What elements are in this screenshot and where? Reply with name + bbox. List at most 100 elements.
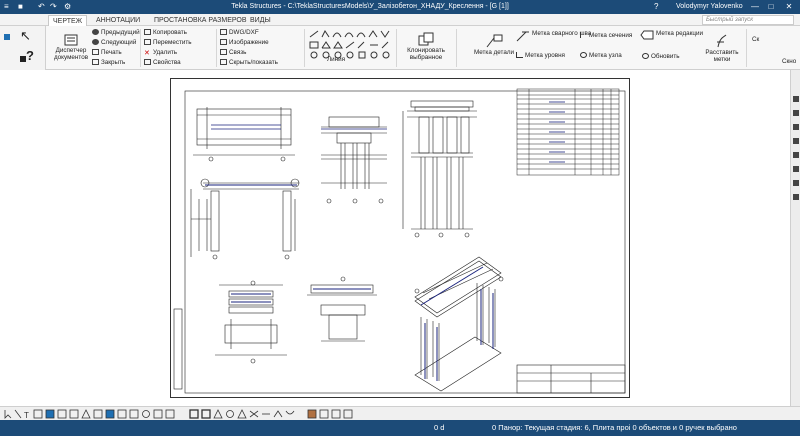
bottom-toolbar: T (0, 406, 800, 420)
undo-icon[interactable]: ↶ (38, 1, 45, 13)
move-button[interactable]: Переместить (144, 39, 192, 47)
right-toolbar (790, 70, 800, 406)
ribbon-separator (304, 29, 305, 67)
tab-drawing[interactable]: ЧЕРТЕЖ (48, 15, 88, 26)
settings-icon[interactable]: ⚙ (64, 1, 71, 13)
print-button[interactable]: Печать (92, 49, 122, 57)
app-menu-icon[interactable]: ≡ (4, 1, 9, 13)
right-tool-icon[interactable] (793, 138, 799, 144)
select-cursor-icon[interactable]: ↖ (20, 28, 31, 44)
part-mark-label: Метка детали (473, 49, 515, 56)
properties-button[interactable]: Свойства (144, 59, 181, 67)
hide-show-label: Скрыть/показать (229, 59, 278, 66)
image-icon (220, 39, 227, 45)
line-tools-gallery[interactable] (308, 29, 392, 59)
detail-mark-button[interactable]: Метка узла (580, 52, 622, 60)
section-mark-label: Метка сечения (589, 32, 633, 39)
hide-show-icon (220, 59, 227, 65)
part-mark-button[interactable]: Метка детали (470, 34, 518, 56)
svg-text:T: T (24, 411, 29, 420)
update-button[interactable]: Обновить (642, 53, 680, 61)
print-label: Печать (101, 49, 122, 56)
next-button[interactable]: Следующий (92, 39, 136, 47)
drawing-sheet[interactable] (170, 78, 630, 398)
title-bar: ≡ ■ ↶ ↷ ⚙ Tekla Structures - C:\TeklaStr… (0, 0, 800, 14)
link-label: Связь (229, 49, 247, 56)
part-mark-icon (486, 34, 503, 48)
arrange-marks-icon (717, 34, 727, 48)
status-bar: 0 d 0 Панор: Текущая стадия: 6, Плита пр… (0, 420, 800, 436)
ribbon-tabs: ЧЕРТЕЖ АННОТАЦИИ ПРОСТАНОВКА РАЗМЕРОВ ВИ… (0, 14, 800, 26)
arrange-marks-button[interactable]: Расставить метки (702, 34, 742, 63)
document-manager-icon (64, 34, 78, 46)
snap-tools[interactable]: T (0, 407, 360, 421)
arrange-marks-label: Расставить метки (705, 49, 739, 63)
close-drawing-button[interactable]: Закрыть (92, 59, 125, 67)
help-question-icon[interactable]: ? (26, 48, 34, 63)
line-label: Линия (326, 56, 346, 63)
weld-mark-button[interactable] (516, 30, 530, 42)
copy-icon (144, 29, 151, 35)
link-icon (220, 49, 227, 55)
link-button[interactable]: Связь (220, 49, 246, 57)
document-manager-button[interactable]: Диспетчер документов (54, 34, 88, 61)
quick-launch-input[interactable]: Быстрый запуск (702, 15, 794, 25)
tab-dimensioning[interactable]: ПРОСТАНОВКА РАЗМЕРОВ (150, 15, 251, 26)
right-tool-icon[interactable] (793, 96, 799, 102)
ribbon-separator (456, 29, 457, 67)
level-mark-label: Метка уровня (525, 52, 565, 59)
right-tool-icon[interactable] (793, 124, 799, 130)
image-button[interactable]: Изображение (220, 39, 269, 47)
right-tool-icon[interactable] (793, 166, 799, 172)
coordinates-readout: 0 d (434, 423, 445, 432)
section-mark-button[interactable]: Метка сечения (580, 32, 632, 40)
dwg-label: DWG/DXF (229, 29, 259, 36)
update-label: Обновить (651, 53, 680, 60)
next-icon (92, 39, 99, 45)
revision-mark-icon (640, 30, 654, 40)
more-tools-label-2[interactable]: Скно (782, 58, 796, 66)
ribbon-separator (140, 29, 141, 67)
minimize-button[interactable]: — (748, 0, 762, 14)
level-mark-button[interactable]: Метка уровня (516, 52, 565, 60)
line-button[interactable]: Линия (318, 56, 354, 63)
tab-annotations[interactable]: АННОТАЦИИ (92, 15, 144, 26)
hamburger-icon[interactable] (4, 34, 10, 40)
clone-selected-button[interactable]: Клонировать выбранное (404, 32, 448, 61)
clone-icon (418, 32, 434, 46)
properties-label: Свойства (153, 59, 181, 66)
dwg-dxf-button[interactable]: DWG/DXF (220, 29, 259, 37)
delete-button[interactable]: ✕ Удалить (144, 49, 177, 57)
properties-icon (144, 59, 151, 65)
copy-button[interactable]: Копировать (144, 29, 187, 37)
hide-show-button[interactable]: Скрыть/показать (220, 59, 278, 67)
document-manager-label: Диспетчер документов (54, 47, 89, 61)
right-tool-icon[interactable] (793, 194, 799, 200)
close-button[interactable]: ✕ (782, 0, 796, 14)
user-name[interactable]: Volodymyr Yalovenko (676, 0, 743, 14)
weld-mark-icon (516, 31, 529, 42)
section-mark-icon (580, 32, 587, 38)
right-tool-icon[interactable] (793, 180, 799, 186)
previous-label: Предыдущий (101, 29, 140, 36)
previous-button[interactable]: Предыдущий (92, 29, 140, 37)
tab-views[interactable]: ВИДЫ (246, 15, 275, 26)
ribbon-separator (396, 29, 397, 67)
left-panel: ↖ ? (0, 26, 46, 70)
revision-mark-button[interactable] (640, 30, 654, 40)
save-icon[interactable]: ■ (18, 1, 23, 13)
redo-icon[interactable]: ↷ (50, 1, 57, 13)
drawing-content[interactable] (171, 79, 631, 399)
copy-label: Копировать (153, 29, 187, 36)
more-tools-label[interactable]: Ск (752, 36, 759, 44)
next-label: Следующий (101, 39, 137, 46)
right-tool-icon[interactable] (793, 110, 799, 116)
right-tool-icon[interactable] (793, 152, 799, 158)
help-icon[interactable]: ? (654, 0, 658, 14)
detail-mark-label: Метка узла (589, 52, 622, 59)
stop-icon[interactable] (20, 56, 26, 62)
image-label: Изображение (229, 39, 269, 46)
maximize-button[interactable]: □ (764, 0, 778, 14)
dwg-icon (220, 29, 227, 35)
close-drawing-label: Закрыть (101, 59, 126, 66)
